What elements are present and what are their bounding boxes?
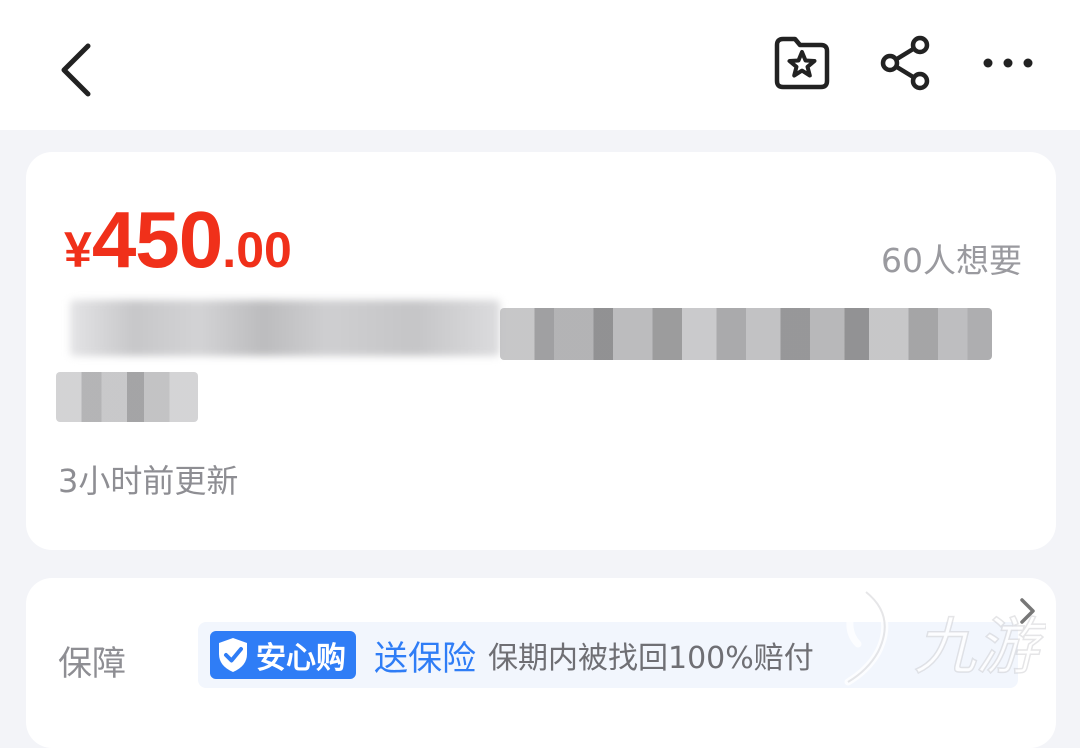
share-icon — [880, 35, 930, 91]
more-horizontal-icon — [983, 58, 1033, 68]
favorite-button[interactable] — [764, 30, 840, 96]
want-count: 60人想要 — [881, 241, 1022, 280]
chevron-right-icon[interactable] — [1014, 594, 1040, 628]
blurred-title-segment — [70, 300, 500, 356]
price-integer: 450 — [91, 195, 223, 284]
shield-check-icon — [219, 638, 247, 672]
guarantee-row[interactable]: 安心购 送保险 保期内被找回100%赔付 — [198, 622, 1018, 688]
back-button[interactable] — [40, 30, 112, 110]
guarantee-label: 保障 — [58, 644, 126, 684]
top-navigation-bar — [0, 0, 1080, 130]
chevron-left-icon — [61, 43, 91, 97]
price-currency: ¥ — [64, 222, 92, 278]
guarantee-card: 保障 安心购 送保险 保期内被找回100%赔付 — [26, 578, 1056, 748]
more-button[interactable] — [970, 30, 1046, 96]
badge-label: 安心购 — [256, 641, 346, 676]
insurance-label: 送保险 — [374, 638, 476, 679]
star-folder-icon — [774, 36, 830, 90]
blurred-title-segment — [500, 308, 992, 360]
blurred-title-segment — [56, 372, 198, 422]
updated-time: 3小时前更新 — [58, 462, 239, 500]
product-info-card: ¥450.00 60人想要 3小时前更新 — [26, 152, 1056, 550]
insurance-description: 保期内被找回100%赔付 — [488, 641, 814, 676]
anxin-badge: 安心购 — [210, 631, 356, 679]
product-price: ¥450.00 — [64, 194, 292, 286]
price-decimal: .00 — [222, 222, 292, 278]
share-button[interactable] — [868, 30, 944, 96]
